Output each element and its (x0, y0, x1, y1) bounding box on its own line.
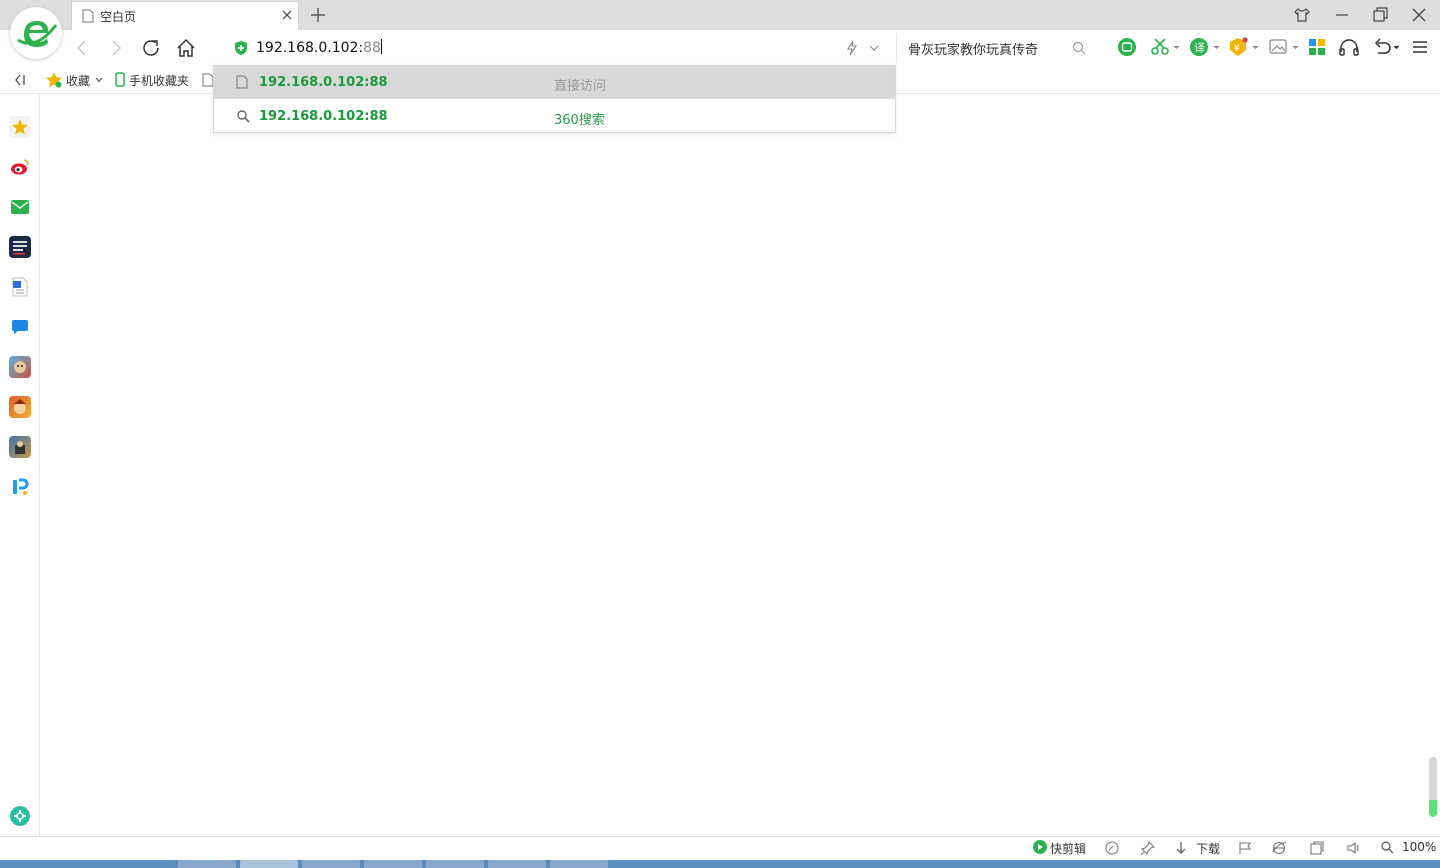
pi-icon (13, 478, 29, 495)
svg-text:译: 译 (1194, 42, 1205, 55)
star-icon (45, 71, 63, 89)
screenshot-icon[interactable] (1268, 37, 1300, 57)
sidebar-item-chat[interactable] (9, 316, 31, 338)
new-tab-icon[interactable] (308, 5, 328, 25)
translate-icon[interactable]: 译 (1189, 37, 1221, 57)
mobile-bookmarks[interactable]: 手机收藏夹 (129, 72, 189, 89)
download-icon[interactable] (1174, 840, 1188, 856)
forward-icon[interactable] (106, 38, 126, 58)
home-icon[interactable] (175, 37, 197, 59)
address-port: 88 (363, 40, 381, 56)
pin-icon[interactable] (1140, 840, 1156, 856)
game-icon (14, 399, 26, 414)
suggestion-url: 192.168.0.102:88 (259, 75, 388, 90)
chevron-down-icon[interactable] (868, 42, 880, 54)
close-tab-icon[interactable] (280, 8, 294, 22)
address-host: 192.168.0.102: (256, 40, 364, 56)
suggestion-dropdown: 192.168.0.102:88 直接访问 192.168.0.102:88 3… (213, 65, 896, 133)
tab-title: 空白页 (100, 10, 137, 24)
minimize-icon[interactable] (1332, 5, 1352, 25)
sidebar-item-game[interactable] (9, 436, 31, 458)
undo-icon[interactable] (1372, 37, 1402, 57)
flag-icon[interactable] (1237, 840, 1253, 856)
ie-icon[interactable] (1271, 840, 1287, 856)
search-icon[interactable] (1071, 40, 1087, 56)
sidebar-item-favorites[interactable] (9, 116, 31, 138)
sidebar-toggle-icon[interactable] (12, 72, 28, 88)
taskbar-item[interactable] (302, 860, 360, 868)
text-caret (380, 39, 382, 54)
taskbar-item[interactable] (550, 860, 608, 868)
play-icon (1033, 840, 1047, 854)
game-icon (15, 441, 25, 454)
chat-icon (12, 320, 28, 334)
restore-icon[interactable] (1370, 5, 1390, 25)
taskbar-item[interactable] (178, 860, 236, 868)
sidebar-item-pi[interactable] (9, 476, 31, 498)
volume-icon[interactable] (1346, 840, 1362, 856)
taskbar-item[interactable] (240, 860, 298, 868)
sidebar-item-mail[interactable] (9, 196, 31, 218)
chat-bubble-icon[interactable] (1117, 37, 1137, 57)
apps-grid-icon[interactable] (1308, 38, 1326, 56)
sidebar-item-game[interactable] (9, 396, 31, 418)
quick-clip-button[interactable]: 快剪辑 (1050, 840, 1086, 857)
suggestion-item[interactable]: 192.168.0.102:88 360搜索 (214, 100, 895, 133)
mail-icon (11, 200, 29, 214)
tab-blank-page[interactable]: 空白页 (71, 1, 299, 30)
phone-icon (115, 72, 125, 87)
sidebar-add-button[interactable] (9, 805, 31, 827)
menu-icon[interactable] (1410, 38, 1430, 56)
window-icon[interactable] (1309, 840, 1325, 856)
sidebar-item-game[interactable] (9, 356, 31, 378)
weibo-icon (11, 159, 29, 175)
page-icon (236, 75, 248, 89)
taskbar-item[interactable] (426, 860, 484, 868)
taskbar-item[interactable] (488, 860, 546, 868)
news-icon (13, 241, 27, 255)
address-input[interactable]: 192.168.0.102:88 (256, 39, 382, 56)
svg-text:¥: ¥ (1234, 43, 1240, 54)
sidebar-item-news[interactable] (9, 236, 31, 258)
sidebar-item-weibo[interactable] (9, 156, 31, 178)
add-icon (10, 806, 30, 826)
browser-logo[interactable] (10, 7, 62, 59)
scrollbar-thumb[interactable] (1429, 757, 1437, 817)
chevron-down-icon[interactable] (94, 75, 104, 85)
search-icon (236, 109, 250, 123)
status-bar (0, 836, 1440, 860)
shield-icon (234, 40, 248, 56)
search-input[interactable]: 骨灰玩家教你玩真传奇 (908, 39, 1038, 58)
star-icon (12, 119, 28, 135)
suggestion-url: 192.168.0.102:88 (259, 109, 388, 124)
game-icon (14, 361, 26, 373)
word-icon (12, 277, 28, 297)
zoom-icon[interactable] (1380, 840, 1394, 854)
zoom-level[interactable]: 100% (1402, 840, 1436, 854)
coupon-icon[interactable]: ¥ (1228, 37, 1260, 57)
taskbar-item[interactable] (364, 860, 422, 868)
refresh-icon[interactable] (140, 37, 162, 59)
back-icon[interactable] (72, 38, 92, 58)
favorites-menu[interactable]: 收藏 (66, 72, 90, 89)
sidebar-item-word[interactable] (9, 276, 31, 298)
headphones-icon[interactable] (1338, 37, 1360, 57)
suggestion-hint: 直接访问 (554, 79, 607, 94)
lightning-icon[interactable] (844, 40, 860, 56)
suggestion-item[interactable]: 192.168.0.102:88 直接访问 (214, 66, 895, 99)
browser-window: 空白页 192.168.0.102:88 骨灰玩家教你玩真传奇 译 ¥ 收藏 手… (0, 0, 1440, 868)
scissors-icon[interactable] (1150, 37, 1180, 57)
download-button[interactable]: 下载 (1196, 840, 1220, 857)
speed-icon[interactable] (1104, 840, 1120, 856)
skin-icon[interactable] (1292, 5, 1312, 25)
page-icon (82, 9, 94, 23)
suggestion-hint: 360搜索 (554, 113, 605, 128)
logo-e-icon (14, 11, 58, 55)
close-window-icon[interactable] (1409, 5, 1429, 25)
